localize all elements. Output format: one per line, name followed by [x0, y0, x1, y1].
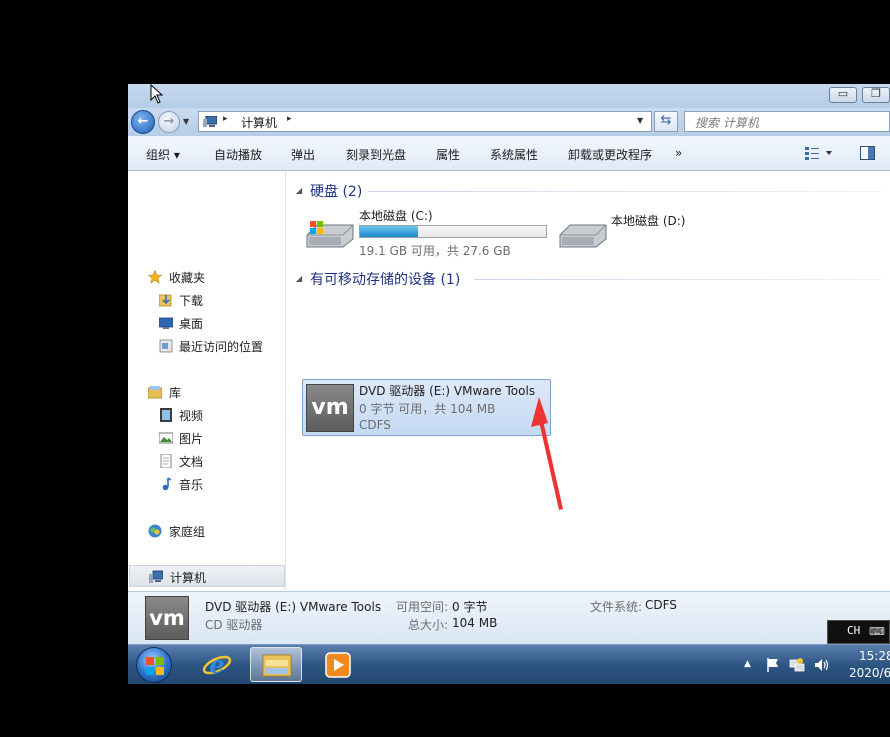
language-bar[interactable]: CH ⌨	[827, 620, 890, 644]
properties-button[interactable]: 属性	[436, 146, 460, 163]
nav-label: 家庭组	[169, 525, 206, 539]
nav-label: 文档	[179, 455, 204, 469]
title-bar[interactable]: ▭ ❐	[128, 84, 890, 108]
history-dropdown-icon[interactable]: ▼	[183, 117, 189, 126]
breadcrumb-separator[interactable]: ▸	[223, 114, 228, 124]
taskbar-internet-explorer[interactable]: e	[192, 647, 244, 682]
network-status-icon[interactable]	[789, 657, 805, 673]
explorer-window: ▭ ❐ ← → ▼ ▸ 计算机 ▸ ▼ ⇆ 搜索 计算机 组织 ▾ 自动播放 弹…	[128, 84, 890, 644]
homegroup-icon	[148, 524, 162, 538]
star-icon	[148, 270, 162, 284]
back-arrow-icon: ←	[137, 114, 149, 129]
nav-item-favorites[interactable]: 收藏夹	[128, 266, 286, 288]
nav-label: 计算机	[170, 571, 207, 585]
eject-button[interactable]: 弹出	[291, 146, 315, 163]
forward-arrow-icon: →	[163, 114, 175, 129]
nav-item-pictures[interactable]: 图片	[128, 427, 286, 449]
search-placeholder: 搜索 计算机	[695, 116, 759, 130]
action-center-flag-icon[interactable]	[765, 657, 781, 673]
nav-item-documents[interactable]: 文档	[128, 450, 286, 472]
details-type: CD 驱动器	[205, 618, 263, 632]
nav-item-videos[interactable]: 视频	[128, 404, 286, 426]
details-name: DVD 驱动器 (E:) VMware Tools	[205, 600, 382, 614]
nav-item-downloads[interactable]: 下载	[128, 289, 286, 311]
navigation-pane: 收藏夹 下载 桌面 最近访问的位置 库 视频 图片 文档 音乐 家庭组 计算机	[128, 171, 286, 630]
show-hidden-icons-button[interactable]: ▲	[744, 659, 751, 669]
breadcrumb-computer[interactable]: 计算机	[241, 114, 277, 131]
command-bar: 组织 ▾ 自动播放 弹出 刻录到光盘 属性 系统属性 卸载或更改程序 »	[128, 136, 890, 171]
organize-menu[interactable]: 组织 ▾	[146, 146, 180, 163]
taskbar: e ▲ 15:28 2020/6/	[128, 644, 890, 684]
details-total-label: 总大小:	[408, 618, 449, 632]
taskbar-media-player[interactable]	[312, 647, 364, 682]
folder-icon	[262, 654, 292, 677]
desktop-icon	[159, 317, 173, 329]
music-icon	[162, 477, 172, 491]
address-bar[interactable]: ▸ 计算机 ▸ ▼	[198, 111, 652, 132]
search-input[interactable]: 搜索 计算机	[684, 111, 890, 132]
forward-button[interactable]: →	[158, 111, 180, 133]
back-button[interactable]: ←	[131, 110, 155, 134]
details-fs-label: 文件系统:	[590, 600, 643, 614]
uninstall-button[interactable]: 卸载或更改程序	[568, 146, 652, 163]
autoplay-button[interactable]: 自动播放	[214, 146, 262, 163]
nav-label: 图片	[179, 432, 204, 446]
preview-pane-icon[interactable]	[860, 146, 875, 160]
more-commands-button[interactable]: »	[675, 146, 682, 160]
start-button[interactable]	[136, 647, 172, 683]
video-icon	[160, 408, 172, 422]
recent-places-icon	[159, 339, 173, 353]
restore-button[interactable]: ❐	[862, 87, 890, 103]
internet-explorer-icon: e	[202, 650, 232, 679]
downloads-folder-icon	[159, 294, 172, 307]
nav-label: 音乐	[179, 478, 204, 492]
nav-label: 库	[169, 386, 182, 400]
nav-item-libraries[interactable]: 库	[128, 381, 286, 403]
nav-item-recent[interactable]: 最近访问的位置	[128, 335, 286, 357]
nav-label: 桌面	[179, 317, 204, 331]
view-options-icon[interactable]	[805, 145, 835, 161]
clock-date[interactable]: 2020/6/	[849, 666, 890, 680]
documents-icon	[160, 454, 172, 468]
details-pane: vm DVD 驱动器 (E:) VMware Tools CD 驱动器 可用空间…	[128, 591, 890, 644]
address-dropdown-icon[interactable]: ▼	[637, 116, 643, 125]
content-pane: ◢ 硬盘 (2) 本地磁盘 (C:) 19.1 GB 可用，共 27.6 GB	[286, 171, 890, 591]
refresh-button[interactable]: ⇆	[654, 111, 678, 132]
system-properties-button[interactable]: 系统属性	[490, 146, 538, 163]
vmware-logo-icon: vm	[145, 596, 189, 640]
windows-logo-icon	[146, 657, 164, 675]
clock-time[interactable]: 15:28	[859, 649, 890, 663]
details-free-label: 可用空间:	[396, 600, 449, 614]
burn-button[interactable]: 刻录到光盘	[346, 146, 406, 163]
volume-icon[interactable]	[814, 657, 830, 673]
computer-icon	[149, 570, 163, 583]
details-free-value: 0 字节	[452, 600, 488, 614]
nav-label: 收藏夹	[169, 271, 206, 285]
libraries-icon	[148, 386, 162, 399]
nav-label: 视频	[179, 409, 204, 423]
nav-item-homegroup[interactable]: 家庭组	[128, 520, 286, 542]
mouse-cursor-icon	[150, 84, 164, 104]
address-toolbar: ← → ▼ ▸ 计算机 ▸ ▼ ⇆ 搜索 计算机	[128, 108, 890, 136]
svg-text:e: e	[209, 650, 224, 679]
keyboard-icon[interactable]: ⌨	[869, 625, 885, 638]
minimize-button[interactable]: ▭	[829, 87, 857, 103]
details-fs-value: CDFS	[645, 598, 677, 612]
media-player-icon	[325, 652, 351, 678]
computer-icon	[203, 116, 217, 127]
annotation-arrow	[531, 397, 563, 510]
breadcrumb-separator[interactable]: ▸	[287, 114, 292, 124]
nav-label: 最近访问的位置	[179, 340, 264, 354]
nav-item-computer[interactable]: 计算机	[129, 565, 285, 587]
taskbar-windows-explorer[interactable]	[250, 647, 302, 682]
pictures-icon	[159, 432, 173, 444]
nav-item-music[interactable]: 音乐	[128, 473, 286, 495]
language-indicator[interactable]: CH	[847, 624, 860, 637]
details-total-value: 104 MB	[452, 616, 498, 630]
nav-item-desktop[interactable]: 桌面	[128, 312, 286, 334]
nav-label: 下载	[179, 294, 204, 308]
